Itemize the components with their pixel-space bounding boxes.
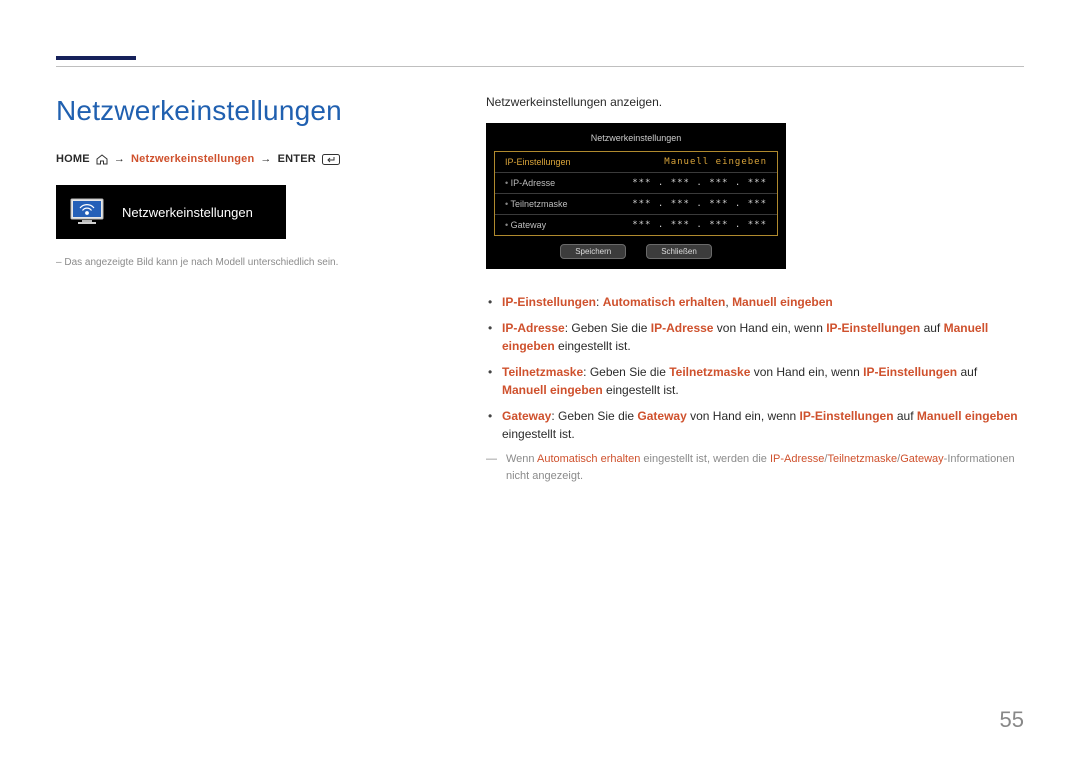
list-item: Teilnetzmaske: Geben Sie die Teilnetzmas…	[486, 363, 1024, 399]
screenshot-row: Gateway *** . *** . *** . ***	[495, 215, 777, 235]
bullet-list: IP-Einstellungen: Automatisch erhalten, …	[486, 293, 1024, 443]
note: Wenn Automatisch erhalten eingestellt is…	[486, 451, 1024, 484]
ip-settings-label: IP-Einstellungen	[505, 157, 571, 167]
save-button: Speichern	[560, 244, 626, 259]
row-value: *** . *** . *** . ***	[632, 220, 767, 230]
row-label: Teilnetzmaske	[505, 199, 568, 209]
home-icon	[96, 154, 108, 165]
image-disclaimer: Das angezeigte Bild kann je nach Modell …	[56, 257, 416, 268]
list-item: IP-Einstellungen: Automatisch erhalten, …	[486, 293, 1024, 311]
intro-text: Netzwerkeinstellungen anzeigen.	[486, 95, 1024, 109]
page-title: Netzwerkeinstellungen	[56, 95, 416, 127]
feature-tile: Netzwerkeinstellungen	[56, 185, 286, 239]
tile-label: Netzwerkeinstellungen	[122, 205, 253, 220]
arrow-icon: →	[260, 153, 271, 165]
screenshot-header-row: IP-Einstellungen Manuell eingeben	[495, 152, 777, 173]
list-item: Gateway: Geben Sie die Gateway von Hand …	[486, 407, 1024, 443]
ip-settings-value: Manuell eingeben	[664, 157, 767, 167]
screenshot-row: IP-Adresse *** . *** . *** . ***	[495, 173, 777, 194]
left-column: Netzwerkeinstellungen HOME → Netzwerkein…	[56, 95, 416, 484]
accent-bar	[56, 56, 136, 60]
close-button: Schließen	[646, 244, 712, 259]
row-value: *** . *** . *** . ***	[632, 178, 767, 188]
breadcrumb-target: Netzwerkeinstellungen	[131, 153, 254, 165]
settings-screenshot: Netzwerkeinstellungen IP-Einstellungen M…	[486, 123, 786, 269]
page-number: 55	[1000, 707, 1024, 733]
arrow-icon: →	[114, 153, 125, 165]
list-item: IP-Adresse: Geben Sie die IP-Adresse von…	[486, 319, 1024, 355]
breadcrumb-home: HOME	[56, 153, 90, 165]
row-value: *** . *** . *** . ***	[632, 199, 767, 209]
network-monitor-icon	[70, 198, 104, 226]
top-rule	[56, 66, 1024, 67]
enter-icon	[322, 154, 340, 165]
screenshot-title: Netzwerkeinstellungen	[486, 129, 786, 151]
breadcrumb: HOME → Netzwerkeinstellungen → ENTER	[56, 153, 416, 165]
screenshot-row: Teilnetzmaske *** . *** . *** . ***	[495, 194, 777, 215]
right-column: Netzwerkeinstellungen anzeigen. Netzwerk…	[486, 95, 1024, 484]
breadcrumb-enter: ENTER	[278, 153, 316, 165]
row-label: IP-Adresse	[505, 178, 555, 188]
row-label: Gateway	[505, 220, 546, 230]
